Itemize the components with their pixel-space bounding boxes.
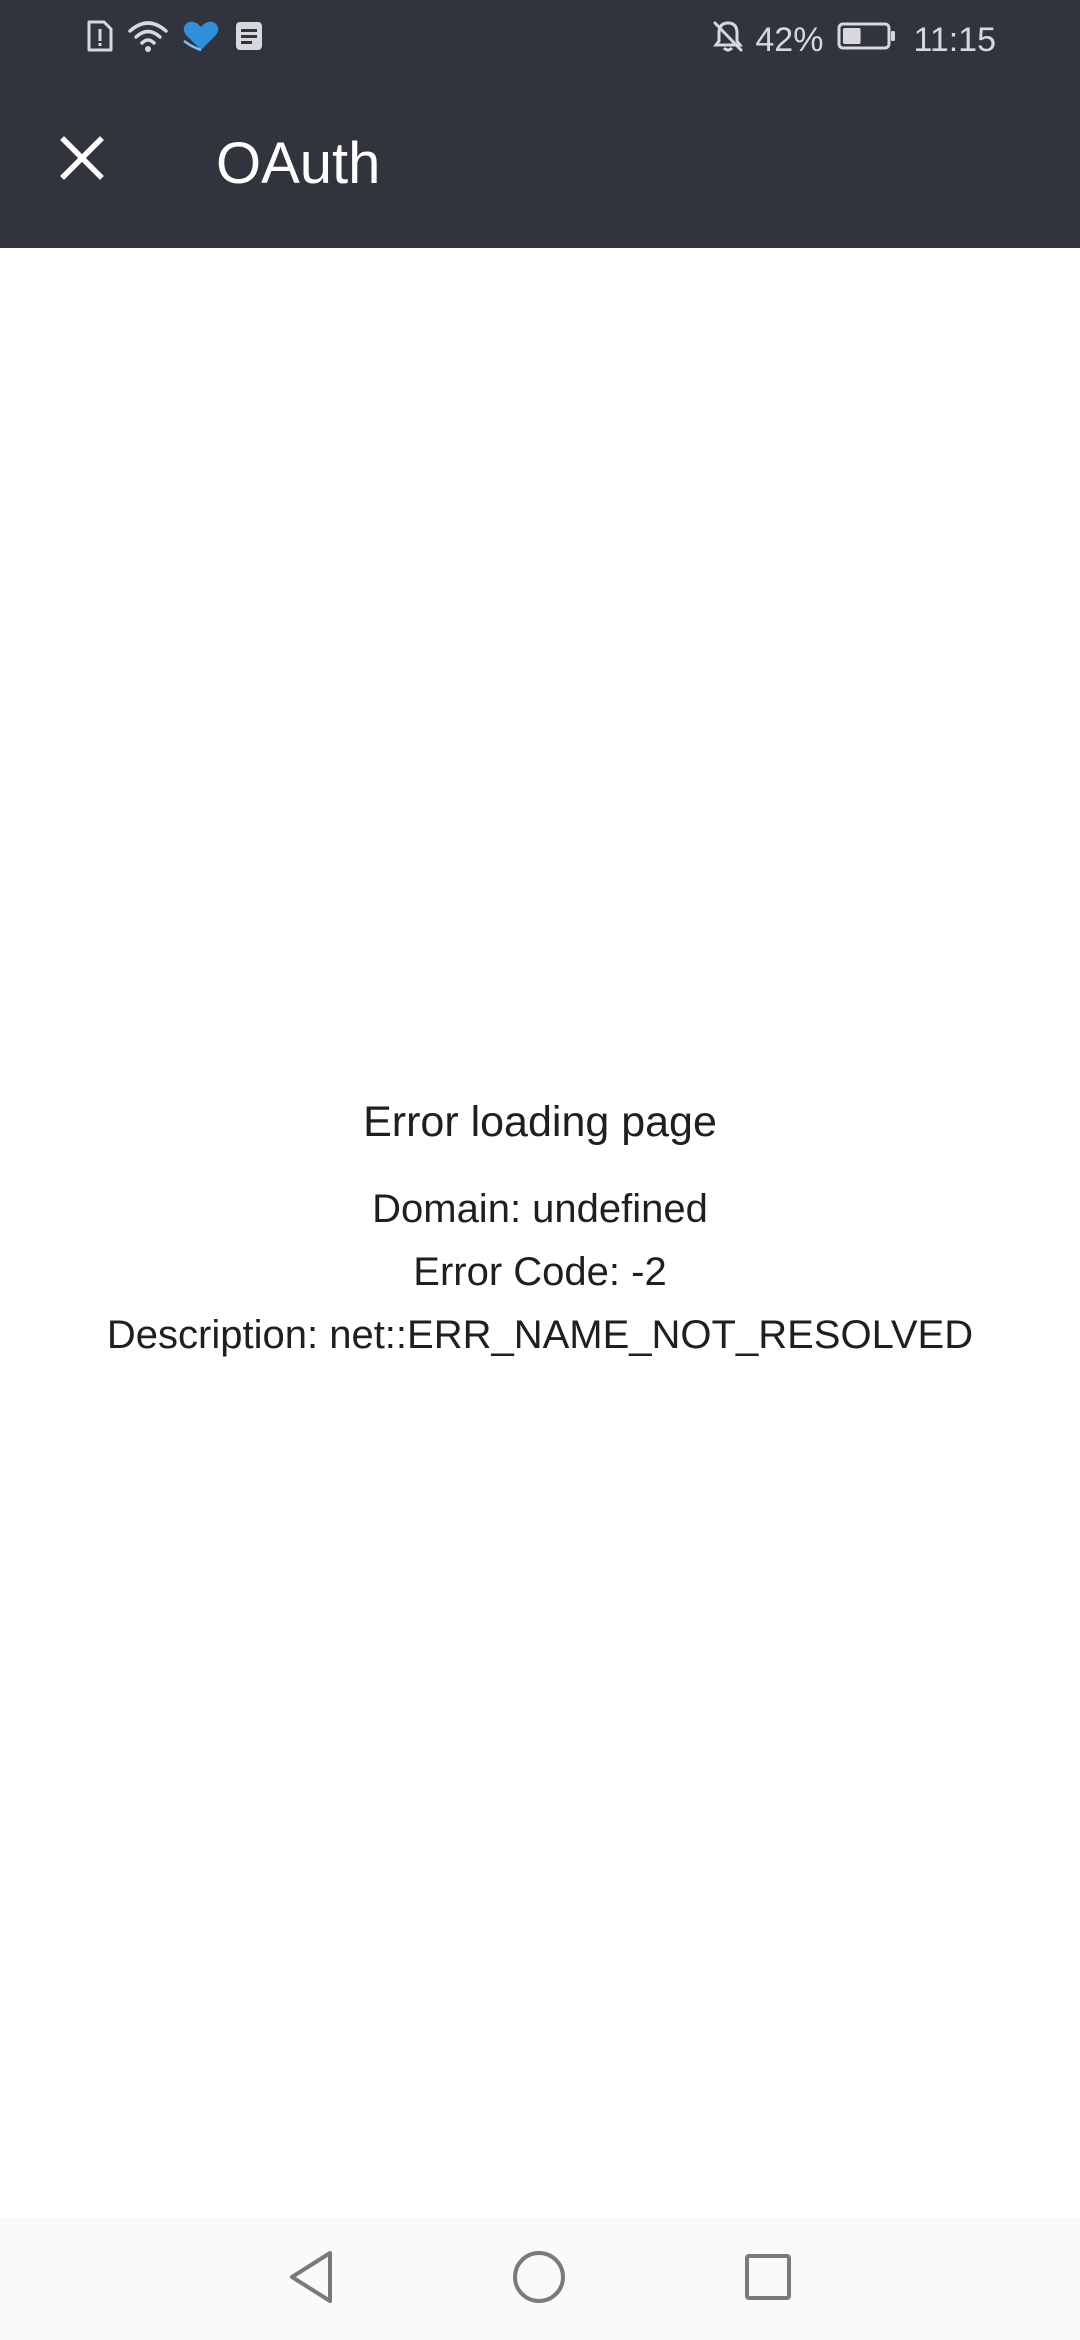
sim-alert-icon [86,19,114,62]
system-nav-bar [0,2218,1080,2340]
wifi-icon [128,19,168,62]
status-icons-left [86,19,264,62]
status-clock: 11:15 [913,20,996,59]
battery-percent: 42% [755,20,824,59]
app-bar: OAuth [0,80,1080,248]
error-description: Description: net::ERR_NAME_NOT_RESOLVED [106,1313,974,1357]
battery-icon [837,21,897,60]
status-icons-right: 42% 11:15 [711,19,996,62]
notes-icon [234,20,264,61]
nav-home-button[interactable] [506,2246,572,2312]
recents-square-icon [743,2252,793,2307]
nav-back-button[interactable] [278,2246,344,2312]
error-title: Error loading page [363,1098,717,1146]
bell-off-icon [711,19,745,62]
error-domain: Domain: undefined [372,1187,708,1231]
nav-recents-button[interactable] [735,2246,801,2312]
close-icon [59,135,105,186]
heart-app-icon [182,19,220,62]
back-triangle-icon [286,2249,336,2310]
close-button[interactable] [42,120,122,200]
status-bar: 42% 11:15 [0,0,1080,80]
error-code: Error Code: -2 [413,1250,667,1294]
home-circle-icon [511,2249,567,2310]
error-message-block: Error loading page Domain: undefined Err… [0,1090,1080,1367]
webview-content: Error loading page Domain: undefined Err… [0,248,1080,2218]
page-title: OAuth [216,131,381,196]
